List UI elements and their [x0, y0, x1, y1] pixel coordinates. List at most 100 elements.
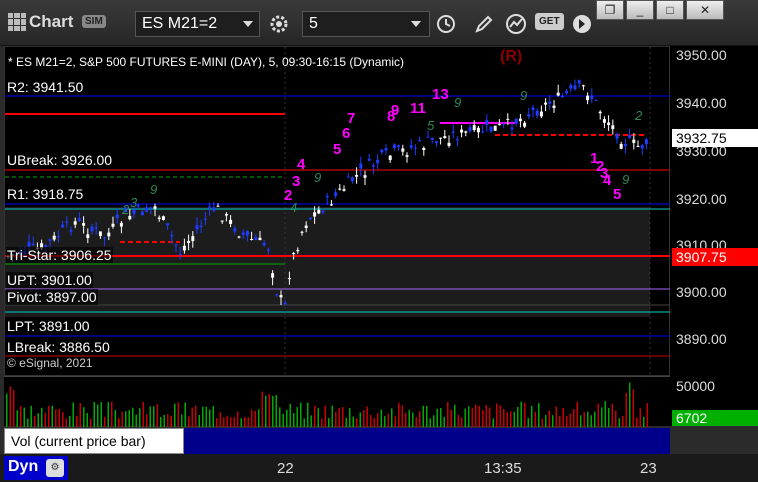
candle-body [426, 136, 430, 138]
symbol-input[interactable]: ES M21=2 [135, 11, 260, 37]
candle-body [250, 239, 254, 241]
volume-bar [632, 389, 634, 427]
setup-count-label: 9 [314, 170, 322, 185]
volume-bar [412, 412, 414, 427]
volume-bar [275, 394, 277, 427]
settings-icon[interactable] [265, 11, 293, 37]
candle-body [334, 192, 338, 196]
volume-bar [223, 417, 225, 427]
count-label: 3 [292, 173, 301, 190]
volume-bar [51, 405, 53, 427]
study-icon[interactable] [502, 11, 530, 37]
volume-bar [608, 407, 610, 427]
candle-body [140, 211, 144, 216]
copyright-text: © eSignal, 2021 [7, 356, 93, 370]
candle-body [552, 105, 556, 109]
price-chart-area[interactable] [4, 46, 671, 377]
setup-count-label: 5 [427, 118, 435, 133]
close-window-icon[interactable]: ✕ [686, 0, 724, 20]
level-ubreak: UBreak: 3926.00 [6, 152, 114, 168]
volume-bar [471, 407, 473, 427]
maximize-window-icon[interactable]: □ [656, 0, 684, 20]
symbol-dropdown-icon[interactable] [243, 21, 253, 27]
candle-body [502, 123, 506, 125]
restore-window-icon[interactable]: ❐ [596, 0, 624, 20]
volume-bar [363, 410, 365, 427]
candle-body [145, 207, 149, 212]
volume-bar [321, 418, 323, 427]
candle-body [413, 147, 417, 149]
candle-body [304, 225, 308, 228]
setup-count-label: 9 [622, 172, 630, 187]
volume-bar [44, 412, 46, 427]
candle-body [27, 241, 31, 247]
volume-bar [300, 402, 302, 427]
volume-bar [62, 412, 64, 427]
count-label: 7 [347, 110, 356, 127]
price-axis[interactable]: 3950.00 3940.00 3930.00 3920.00 3910.00 … [670, 46, 758, 376]
candle-body [233, 228, 237, 232]
volume-bar [233, 417, 235, 427]
candle-body [640, 145, 644, 149]
volume-bar [335, 411, 337, 427]
volume-bar [429, 418, 431, 427]
interval-input[interactable]: 5 [302, 11, 430, 37]
candle-body [283, 302, 287, 305]
candle-body [443, 136, 447, 139]
volume-bar [128, 410, 130, 427]
count-label: 6 [342, 125, 351, 142]
volume-bar [48, 405, 50, 427]
volume-bar [209, 409, 211, 427]
interval-dropdown-icon[interactable] [411, 21, 421, 27]
volume-bar [524, 402, 526, 427]
volume-bar [443, 416, 445, 427]
volume-title[interactable]: Vol (current price bar) [4, 428, 184, 454]
volume-bar [111, 401, 113, 427]
candle-body [472, 125, 476, 130]
candle-body [506, 118, 510, 120]
candle-body [565, 90, 569, 94]
time-label: 23 [640, 460, 657, 477]
volume-chart-area[interactable] [4, 376, 670, 427]
candle-body [556, 92, 560, 96]
candle-body [405, 155, 409, 157]
clock-icon[interactable] [432, 11, 460, 37]
candle-body [615, 133, 619, 139]
volume-bar [359, 412, 361, 427]
candle-body [531, 107, 535, 111]
volume-bar [282, 413, 284, 427]
candle-body [149, 207, 153, 209]
volume-bar [408, 409, 410, 427]
price-tick: 3900.00 [676, 284, 727, 300]
volume-bar [97, 404, 99, 427]
volume-bar [573, 409, 575, 427]
pencil-icon[interactable] [470, 11, 498, 37]
candle-body [548, 101, 552, 104]
volume-bar [461, 417, 463, 427]
volume-bar [107, 402, 109, 427]
volume-bar [555, 406, 557, 427]
volume-bar [422, 405, 424, 427]
candle-body [82, 223, 86, 226]
candle-body [380, 149, 384, 153]
volume-bar [401, 405, 403, 427]
get-button[interactable]: GET [535, 13, 564, 30]
volume-bar [324, 405, 326, 427]
candle-body [98, 231, 102, 236]
close-volume-icon[interactable]: ✕ [170, 428, 181, 444]
settings-small-icon[interactable]: ⚙ [46, 459, 64, 477]
level-r1: R1: 3918.75 [6, 186, 85, 202]
volume-bar [156, 404, 158, 427]
minimize-window-icon[interactable]: _ [626, 0, 654, 20]
volume-bar [489, 407, 491, 427]
candle-body [632, 139, 636, 144]
candle-body [493, 125, 497, 131]
candle-body [518, 118, 522, 122]
volume-bar [478, 405, 480, 427]
volume-bar [552, 415, 554, 427]
volume-axis[interactable]: 50000 6702 [670, 376, 758, 426]
r-marker: (R) [500, 48, 523, 65]
volume-bar [170, 415, 172, 427]
next-arrow-icon[interactable] [568, 11, 596, 37]
volume-bar [566, 415, 568, 427]
